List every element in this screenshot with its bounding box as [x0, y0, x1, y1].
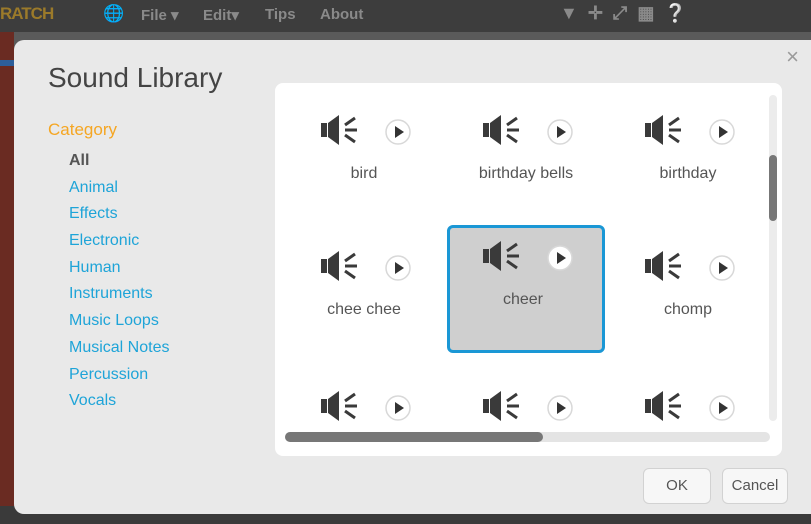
category-item-percussion[interactable]: Percussion	[69, 362, 169, 389]
speaker-icon	[645, 115, 681, 145]
sound-tile-selected[interactable]: cheer	[447, 225, 605, 353]
horizontal-scroll-thumb[interactable]	[285, 432, 543, 442]
help-icon[interactable]: ❔	[664, 3, 696, 23]
globe-icon[interactable]: 🌐	[103, 4, 124, 24]
sound-tile[interactable]: birthday bells	[447, 99, 605, 227]
sound-tile[interactable]: chomp	[609, 235, 767, 363]
speaker-icon	[483, 391, 519, 421]
category-item-musical-notes[interactable]: Musical Notes	[69, 335, 169, 362]
sound-tile[interactable]: chee chee	[285, 235, 443, 363]
category-heading: Category	[48, 120, 117, 139]
dialog-title: Sound Library	[48, 62, 223, 93]
menu-edit[interactable]: Edit▾	[203, 6, 239, 24]
sound-name: birthday bells	[478, 165, 574, 182]
scratch-logo: RATCH	[0, 4, 54, 23]
sound-library-dialog: × Sound Library Category All Animal Effe…	[14, 40, 811, 514]
category-item-human[interactable]: Human	[69, 255, 169, 282]
sound-name: chomp	[663, 301, 713, 318]
play-icon[interactable]	[547, 395, 573, 421]
vertical-scrollbar[interactable]	[769, 95, 777, 421]
scratch-menubar: RATCH 🌐 File ▾ Edit▾ Tips About ▼✛⤢▦❔	[0, 0, 811, 32]
menu-file[interactable]: File ▾	[141, 6, 179, 24]
background-blue-strip	[0, 60, 14, 66]
sound-tile[interactable]: birthday	[609, 99, 767, 227]
ok-button[interactable]: OK	[643, 468, 711, 504]
speaker-icon	[321, 115, 357, 145]
speaker-icon	[645, 251, 681, 281]
menu-about[interactable]: About	[320, 6, 363, 23]
category-item-all[interactable]: All	[69, 148, 169, 175]
play-icon[interactable]	[709, 255, 735, 281]
speaker-icon	[483, 115, 519, 145]
horizontal-scrollbar[interactable]	[285, 432, 770, 442]
vertical-scroll-thumb[interactable]	[769, 155, 777, 221]
sound-name: chee chee	[327, 301, 401, 318]
sound-tile[interactable]: bird	[285, 99, 443, 227]
shrink-icon[interactable]: ▦	[637, 3, 664, 23]
category-list: All Animal Effects Electronic Human Inst…	[69, 148, 169, 415]
category-item-vocals[interactable]: Vocals	[69, 388, 169, 415]
grow-icon[interactable]: ⤢	[613, 3, 637, 23]
sound-tile[interactable]	[609, 375, 767, 456]
play-icon[interactable]	[385, 255, 411, 281]
play-icon[interactable]	[547, 245, 573, 271]
play-icon[interactable]	[385, 119, 411, 145]
close-icon[interactable]: ×	[786, 44, 799, 70]
play-icon[interactable]	[385, 395, 411, 421]
play-icon[interactable]	[709, 395, 735, 421]
category-item-effects[interactable]: Effects	[69, 201, 169, 228]
sound-tile[interactable]	[285, 375, 443, 456]
cancel-button[interactable]: Cancel	[722, 468, 788, 504]
sound-grid-panel: bird birthday bells birthday chee chee c…	[275, 83, 782, 456]
toolbar-icons[interactable]: ▼✛⤢▦❔	[560, 3, 697, 24]
speaker-icon	[483, 241, 519, 271]
category-item-animal[interactable]: Animal	[69, 175, 169, 202]
sound-name: bird	[350, 165, 378, 182]
sound-name: birthday	[659, 165, 717, 182]
menu-tips[interactable]: Tips	[265, 6, 296, 23]
speaker-icon	[645, 391, 681, 421]
category-item-music-loops[interactable]: Music Loops	[69, 308, 169, 335]
cut-icon[interactable]: ✛	[588, 3, 613, 23]
stamp-icon[interactable]: ▼	[560, 3, 588, 23]
speaker-icon	[321, 391, 357, 421]
play-icon[interactable]	[547, 119, 573, 145]
sound-tile[interactable]	[447, 375, 605, 456]
category-item-instruments[interactable]: Instruments	[69, 281, 169, 308]
background-stage	[0, 32, 14, 524]
play-icon[interactable]	[709, 119, 735, 145]
sound-name: cheer	[502, 291, 544, 308]
speaker-icon	[321, 251, 357, 281]
category-item-electronic[interactable]: Electronic	[69, 228, 169, 255]
sound-grid: bird birthday bells birthday chee chee c…	[275, 83, 765, 456]
